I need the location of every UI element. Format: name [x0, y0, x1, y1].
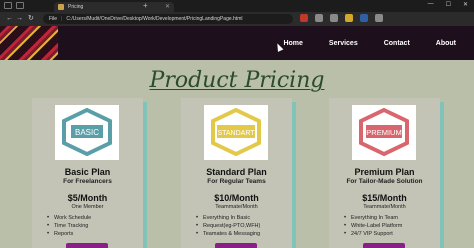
feature-item: Everything In Team: [343, 214, 402, 222]
nav-link-services[interactable]: Services: [329, 40, 358, 47]
plan-badge-image: PREMIUM: [352, 105, 416, 160]
badge-standard-icon: STANDART: [211, 107, 261, 157]
reload-icon[interactable]: ↻: [28, 15, 34, 23]
minimize-icon[interactable]: —: [428, 1, 434, 8]
plan-badge-image: STANDART: [204, 105, 268, 160]
forward-icon[interactable]: →: [16, 15, 23, 23]
select-plan-button[interactable]: [215, 243, 257, 248]
nav-link-contact[interactable]: Contact: [384, 40, 410, 47]
close-tab-icon[interactable]: ✕: [165, 3, 170, 10]
feature-item: Work Schedule: [46, 214, 91, 222]
plan-detail: Teammate/Month: [215, 204, 258, 210]
extension-icons: [300, 14, 383, 22]
nav-links: Home Services Contact About: [283, 26, 474, 60]
new-tab-icon[interactable]: +: [143, 1, 148, 10]
badge-label: STANDART: [217, 130, 255, 137]
feature-list: Work Schedule Time Tracking Reports: [46, 214, 91, 238]
url-text[interactable]: C:/Users/Mudit/OneDrive/Desktop/Work/Dev…: [66, 16, 242, 22]
feature-item: 24/7 VIP Support: [343, 230, 402, 238]
nav-link-about[interactable]: About: [436, 40, 456, 47]
plan-name: Basic Plan: [64, 167, 111, 177]
tab-favicon-icon: [58, 4, 64, 10]
plan-subtitle: For Regular Teams: [207, 178, 266, 185]
feature-item: Everything In Basic: [195, 214, 260, 222]
page-title: Product Pricing: [149, 68, 325, 93]
nav-link-home[interactable]: Home: [283, 40, 302, 47]
window-controls: — ☐ ✕: [428, 1, 468, 8]
feature-item: Teamates & Messaging: [195, 230, 260, 238]
plan-price: $5/Month: [67, 193, 108, 203]
file-label: File: [49, 16, 58, 22]
extension-icon[interactable]: [360, 14, 368, 22]
feature-item: Time Tracking: [46, 222, 91, 230]
feature-item: Reports: [46, 230, 91, 238]
tab-title: Pricing: [68, 4, 84, 10]
pricing-page: Home Services Contact About Product Pric…: [0, 26, 474, 248]
browser-toolbar: ← → ↻ File | C:/Users/Mudit/OneDrive/Des…: [0, 12, 474, 26]
feature-item: Request(eg-PTO,WFH): [195, 222, 260, 230]
close-window-icon[interactable]: ✕: [463, 1, 468, 8]
logo[interactable]: [0, 26, 58, 60]
plan-name: Premium Plan: [354, 167, 415, 177]
feature-list: Everything In Team White-Label Platform …: [343, 214, 402, 238]
plan-price: $15/Month: [362, 193, 407, 203]
extension-icon[interactable]: [345, 14, 353, 22]
maximize-icon[interactable]: ☐: [446, 1, 451, 8]
plan-subtitle: For Freelancers: [63, 178, 112, 185]
plan-card-standard: STANDART Standard Plan For Regular Teams…: [181, 98, 292, 248]
select-plan-button[interactable]: [363, 243, 405, 248]
extension-icon[interactable]: [315, 14, 323, 22]
window-menu[interactable]: [4, 2, 24, 9]
plan-subtitle: For Tailor-Made Solution: [346, 178, 423, 185]
plan-badge-image: BASIC: [55, 105, 119, 160]
plan-card-premium: PREMIUM Premium Plan For Tailor-Made Sol…: [329, 98, 440, 248]
extension-icon[interactable]: [300, 14, 308, 22]
back-icon[interactable]: ←: [6, 15, 13, 23]
select-plan-button[interactable]: [66, 243, 108, 248]
feature-item: White-Label Platform: [343, 222, 402, 230]
feature-list: Everything In Basic Request(eg-PTO,WFH) …: [195, 214, 260, 238]
site-navbar: Home Services Contact About: [0, 26, 474, 60]
plan-detail: Teammate/Month: [363, 204, 406, 210]
badge-label: BASIC: [75, 128, 99, 137]
badge-label: PREMIUM: [366, 128, 401, 137]
mouse-cursor-icon: [274, 42, 284, 52]
address-bar[interactable]: File | C:/Users/Mudit/OneDrive/Desktop/W…: [43, 14, 293, 24]
plan-name: Standard Plan: [206, 167, 267, 177]
url-separator: |: [61, 16, 63, 22]
extension-icon[interactable]: [330, 14, 338, 22]
plan-card-basic: BASIC Basic Plan For Freelancers $5/Mont…: [32, 98, 143, 248]
badge-basic-icon: BASIC: [62, 107, 112, 157]
plan-detail: One Member: [71, 204, 104, 210]
extension-icon[interactable]: [375, 14, 383, 22]
browser-title-bar: Pricing ✕ + — ☐ ✕: [0, 0, 474, 12]
badge-premium-icon: PREMIUM: [359, 107, 409, 157]
plan-price: $10/Month: [214, 193, 259, 203]
browser-tab[interactable]: Pricing ✕: [54, 2, 174, 12]
